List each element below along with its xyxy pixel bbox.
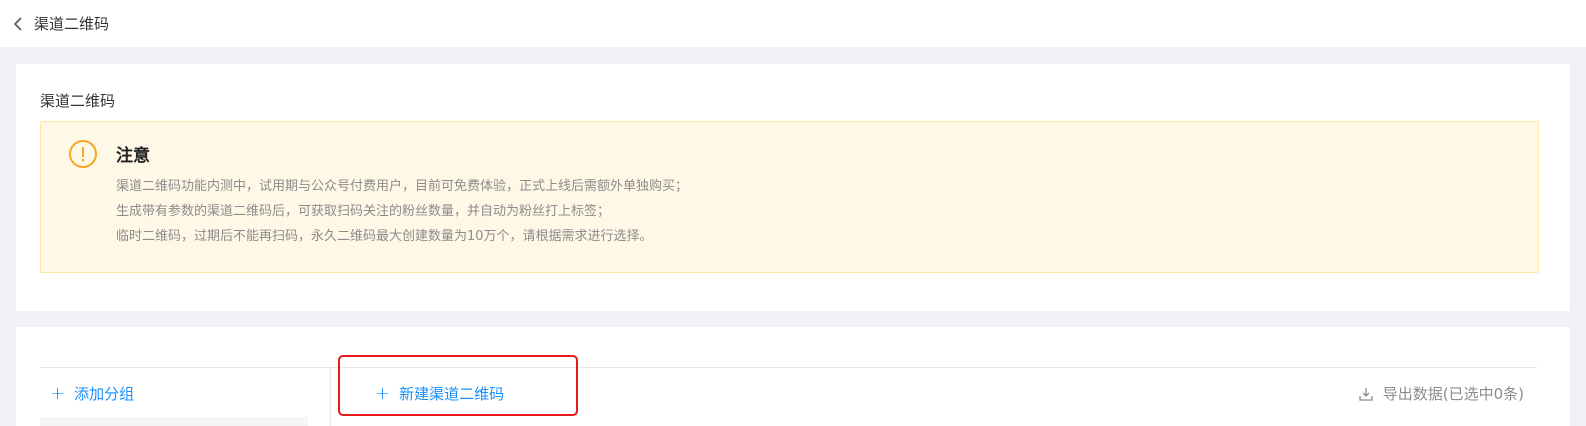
- divider: [40, 367, 1537, 368]
- page-title: 渠道二维码: [34, 15, 110, 33]
- notice-line: 生成带有参数的渠道二维码后，可获取扫码关注的粉丝数量，并自动为粉丝打上标签；: [116, 204, 611, 219]
- info-panel: 渠道二维码 注意 渠道二维码功能内测中，试用期与公众号付费用户，目前可免费体验，…: [16, 64, 1570, 311]
- download-icon: [1359, 387, 1373, 401]
- notice-line: 临时二维码，过期后不能再扫码，永久二维码最大创建数量为10万个，请根据需求进行选…: [116, 229, 653, 244]
- sidebar-item[interactable]: [40, 417, 308, 426]
- add-group-button[interactable]: + 添加分组: [50, 383, 134, 404]
- section-title: 渠道二维码: [40, 92, 116, 110]
- sidebar-divider: [330, 368, 331, 426]
- notice-text: 渠道二维码功能内测中，试用期与公众号付费用户，目前可免费体验，正式上线后需额外单…: [116, 174, 688, 249]
- export-label: 导出数据(已选中0条): [1382, 385, 1524, 403]
- exclamation-circle-icon: [68, 139, 98, 169]
- add-group-label: 添加分组: [74, 385, 135, 403]
- content-panel: + 添加分组 + 新建渠道二维码 导出数据(已选中0条): [16, 327, 1570, 426]
- highlight-box: [338, 355, 578, 416]
- top-bar: 渠道二维码: [0, 0, 1586, 47]
- export-data-button[interactable]: 导出数据(已选中0条): [1359, 383, 1524, 404]
- plus-icon: +: [50, 382, 66, 404]
- notice-line: 渠道二维码功能内测中，试用期与公众号付费用户，目前可免费体验，正式上线后需额外单…: [116, 179, 689, 194]
- chevron-left-icon[interactable]: [0, 0, 36, 47]
- notice-title: 注意: [116, 146, 150, 166]
- notice-box: 注意 渠道二维码功能内测中，试用期与公众号付费用户，目前可免费体验，正式上线后需…: [40, 121, 1539, 273]
